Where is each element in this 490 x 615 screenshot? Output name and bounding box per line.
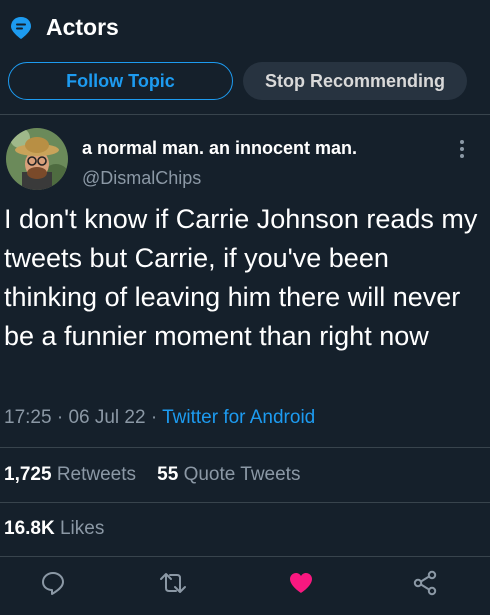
retweets-stat[interactable]: 1,725 Retweets [4, 464, 136, 485]
share-icon [413, 570, 437, 596]
divider [0, 556, 490, 557]
tweet-text: I don't know if Carrie Johnson reads my … [4, 204, 478, 351]
more-options-icon[interactable] [452, 137, 472, 161]
meta-separator: · [56, 407, 64, 428]
stop-recommending-button[interactable]: Stop Recommending [243, 62, 467, 100]
author-handle[interactable]: @DismalChips [82, 168, 201, 189]
reply-icon [42, 572, 64, 595]
quote-tweets-label: Quote Tweets [183, 464, 301, 485]
retweet-button[interactable] [158, 568, 188, 598]
tweet-client-link[interactable]: Twitter for Android [162, 407, 315, 428]
tweet-time[interactable]: 17:25 [4, 407, 52, 428]
avatar-image [6, 128, 68, 190]
retweets-label: Retweets [56, 464, 137, 485]
quote-tweets-stat[interactable]: 55 Quote Tweets [157, 464, 300, 485]
engagement-stats: 1,725 Retweets 55 Quote Tweets [4, 464, 300, 486]
heart-icon [290, 573, 312, 593]
divider [0, 502, 490, 503]
topic-pin-icon [11, 16, 31, 39]
meta-separator: · [150, 407, 158, 428]
retweets-count: 1,725 [4, 464, 52, 485]
likes-stat[interactable]: 16.8K Likes [4, 518, 104, 540]
divider [0, 447, 490, 448]
topic-header: Actors [10, 14, 119, 41]
tweet-date[interactable]: 06 Jul 22 [68, 407, 145, 428]
author-display-name[interactable]: a normal man. an innocent man. [82, 138, 357, 159]
share-button[interactable] [410, 568, 440, 598]
tweet-meta: 17:25 · 06 Jul 22 · Twitter for Android [4, 407, 315, 429]
topic-title: Actors [46, 14, 119, 40]
retweet-icon [160, 573, 186, 593]
likes-label: Likes [59, 518, 105, 539]
likes-count: 16.8K [4, 518, 55, 539]
quote-tweets-count: 55 [157, 464, 179, 485]
reply-button[interactable] [38, 568, 68, 598]
avatar[interactable] [6, 128, 68, 190]
divider [0, 114, 490, 115]
follow-topic-button[interactable]: Follow Topic [8, 62, 233, 100]
like-button[interactable] [286, 568, 316, 598]
